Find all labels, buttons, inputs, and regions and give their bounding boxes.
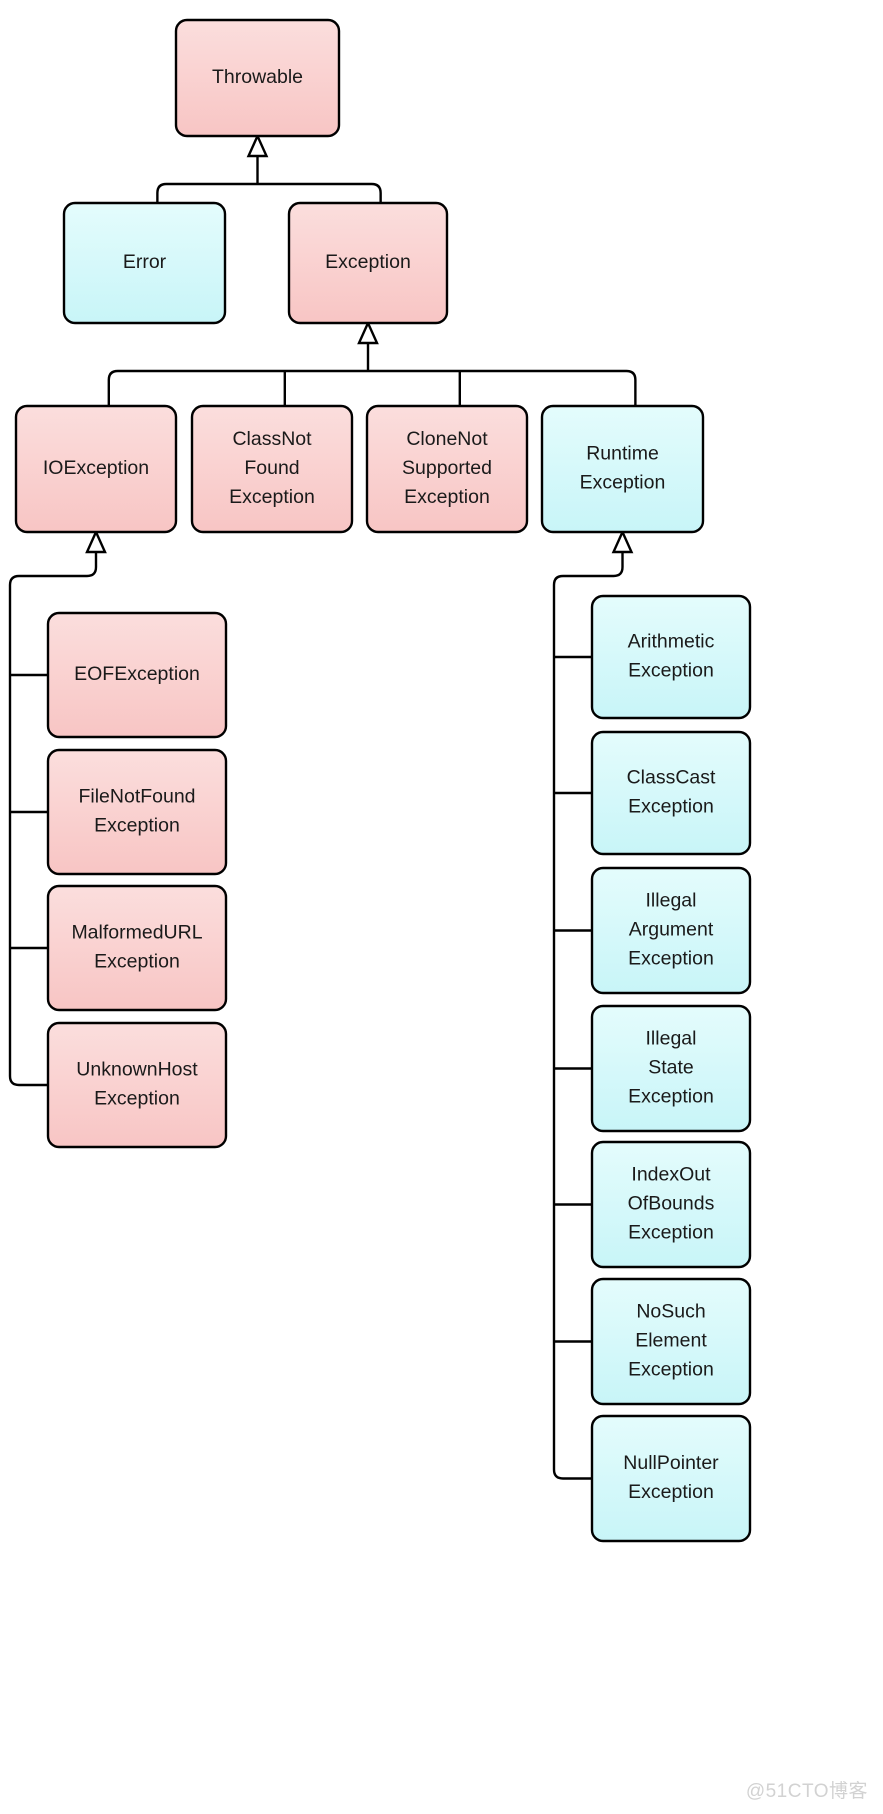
class-box-malformedurl[interactable] xyxy=(46,884,228,1012)
class-node-nullpointer[interactable]: NullPointer Exception xyxy=(590,1414,752,1543)
class-label-line: NoSuch xyxy=(636,1301,705,1323)
class-node-ioexception[interactable]: IOException xyxy=(14,404,178,534)
class-label-line: OfBounds xyxy=(628,1193,715,1215)
class-node-error[interactable]: Error xyxy=(62,201,227,325)
class-label-line: Exception xyxy=(580,472,666,494)
class-label-eofexception: EOFException xyxy=(74,663,200,685)
class-label-error: Error xyxy=(123,251,167,273)
class-label-line: Argument xyxy=(629,919,714,941)
class-box-runtimeexception[interactable] xyxy=(540,404,705,534)
class-label-line: Supported xyxy=(402,457,492,479)
class-box-classcast[interactable] xyxy=(590,730,752,856)
class-box-nullpointer[interactable] xyxy=(590,1414,752,1543)
class-label-line: Error xyxy=(123,251,167,273)
class-label-indexoutofbounds: IndexOut OfBounds Exception xyxy=(628,1164,715,1244)
class-label-line: CloneNot xyxy=(406,428,488,450)
class-node-filenotfound[interactable]: FileNotFound Exception xyxy=(46,748,228,876)
class-label-line: Exception xyxy=(229,486,315,508)
watermark-label: @51CTO博客 xyxy=(746,1780,868,1802)
nodes-layer: Throwable Error Exception IOException ClassN… xyxy=(14,18,752,1543)
uml-diagram-canvas: Throwable Error Exception IOException ClassN… xyxy=(0,0,883,1814)
class-node-exception[interactable]: Exception xyxy=(287,201,449,325)
class-box-filenotfound[interactable] xyxy=(46,748,228,876)
class-label-line: NullPointer xyxy=(623,1452,719,1474)
class-label-line: IOException xyxy=(43,457,149,479)
class-label-line: EOFException xyxy=(74,663,200,685)
class-node-malformedurl[interactable]: MalformedURL Exception xyxy=(46,884,228,1012)
class-label-line: Exception xyxy=(628,796,714,818)
class-label-line: State xyxy=(648,1057,694,1079)
class-label-line: IndexOut xyxy=(631,1164,711,1186)
class-label-line: Arithmetic xyxy=(628,631,715,653)
class-node-clonenotsupported[interactable]: CloneNot Supported Exception xyxy=(365,404,529,534)
class-label-line: Exception xyxy=(94,951,180,973)
class-node-illegalargument[interactable]: Illegal Argument Exception xyxy=(590,866,752,995)
class-node-unknownhost[interactable]: UnknownHost Exception xyxy=(46,1021,228,1149)
class-node-eofexception[interactable]: EOFException xyxy=(46,611,228,739)
class-label-line: Throwable xyxy=(212,66,303,88)
class-label-line: Illegal xyxy=(646,890,697,912)
class-node-arithmetic[interactable]: Arithmetic Exception xyxy=(590,594,752,720)
class-label-line: Exception xyxy=(628,1359,714,1381)
class-label-line: Exception xyxy=(628,1481,714,1503)
class-label-line: Exception xyxy=(94,815,180,837)
class-node-indexoutofbounds[interactable]: IndexOut OfBounds Exception xyxy=(590,1140,752,1269)
class-label-line: UnknownHost xyxy=(76,1059,198,1081)
class-label-line: Exception xyxy=(94,1088,180,1110)
class-label-line: Exception xyxy=(628,1222,714,1244)
class-node-runtimeexception[interactable]: Runtime Exception xyxy=(540,404,705,534)
class-label-nosuchelement: NoSuch Element Exception xyxy=(628,1301,714,1381)
class-node-throwable[interactable]: Throwable xyxy=(174,18,341,138)
class-label-ioexception: IOException xyxy=(43,457,149,479)
class-label-line: MalformedURL xyxy=(71,922,202,944)
class-label-line: Element xyxy=(635,1330,707,1352)
class-node-illegalstate[interactable]: Illegal State Exception xyxy=(590,1004,752,1133)
class-label-line: Runtime xyxy=(586,443,659,465)
class-label-line: Exception xyxy=(628,1086,714,1108)
class-label-line: Exception xyxy=(404,486,490,508)
class-box-unknownhost[interactable] xyxy=(46,1021,228,1149)
class-label-line: Exception xyxy=(628,948,714,970)
class-node-nosuchelement[interactable]: NoSuch Element Exception xyxy=(590,1277,752,1406)
class-label-clonenotsupported: CloneNot Supported Exception xyxy=(402,428,492,508)
class-node-classnotfound[interactable]: ClassNot Found Exception xyxy=(190,404,354,534)
class-label-throwable: Throwable xyxy=(212,66,303,88)
class-box-arithmetic[interactable] xyxy=(590,594,752,720)
class-label-line: Illegal xyxy=(646,1028,697,1050)
class-label-line: Found xyxy=(244,457,299,479)
class-node-classcast[interactable]: ClassCast Exception xyxy=(590,730,752,856)
class-hierarchy-svg: Throwable Error Exception IOException ClassN… xyxy=(8,18,868,1802)
class-label-line: Exception xyxy=(325,251,411,273)
class-label-line: ClassCast xyxy=(627,767,716,789)
class-label-exception: Exception xyxy=(325,251,411,273)
class-label-line: FileNotFound xyxy=(78,786,195,808)
class-label-line: ClassNot xyxy=(232,428,312,450)
class-label-line: Exception xyxy=(628,660,714,682)
